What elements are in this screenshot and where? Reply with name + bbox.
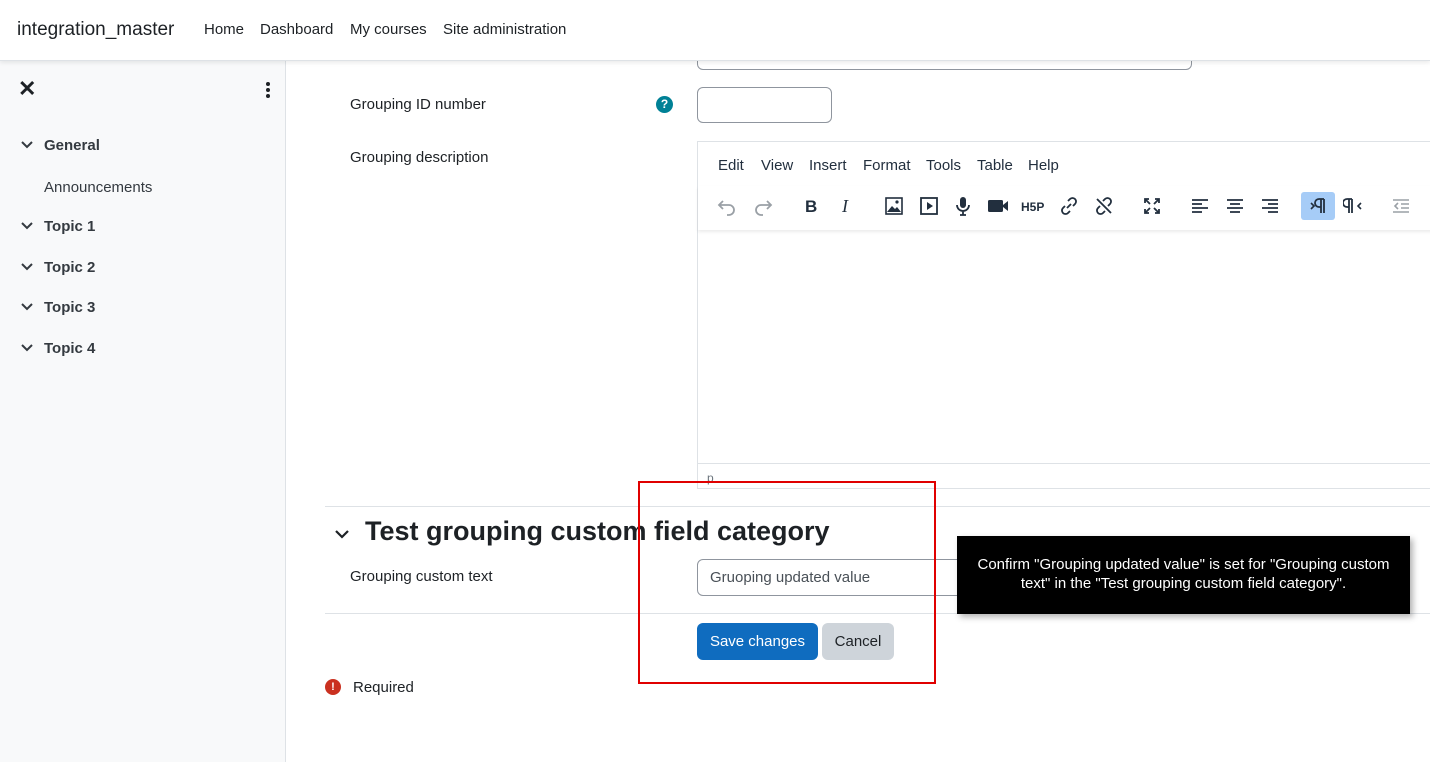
h5p-label: H5P (1021, 200, 1044, 214)
grouping-id-label: Grouping ID number (350, 96, 486, 113)
svg-text:B: B (805, 197, 817, 216)
h5p-icon[interactable]: H5P (1017, 192, 1051, 220)
align-left-icon[interactable] (1183, 192, 1217, 220)
required-icon: ! (325, 679, 341, 695)
outdent-icon[interactable] (1384, 192, 1418, 220)
unlink-icon[interactable] (1087, 192, 1121, 220)
menu-view[interactable]: View (761, 157, 793, 174)
section-label: Topic 4 (44, 340, 96, 357)
link-icon[interactable] (1052, 192, 1086, 220)
nav-link-site-administration[interactable]: Site administration (443, 21, 566, 38)
grouping-custom-text-input[interactable]: Gruoping updated value (697, 559, 997, 596)
section-label: General (44, 137, 100, 154)
media-icon[interactable] (912, 192, 946, 220)
record-video-icon[interactable] (981, 192, 1015, 220)
section-label: Topic 1 (44, 218, 96, 235)
section-divider (325, 506, 1430, 507)
save-changes-button[interactable]: Save changes (697, 623, 818, 660)
menu-format[interactable]: Format (863, 157, 911, 174)
ltr-icon[interactable] (1301, 192, 1335, 220)
grouping-description-label: Grouping description (350, 149, 489, 166)
svg-text:I: I (841, 196, 849, 216)
undo-icon[interactable] (710, 192, 744, 220)
rtl-icon[interactable] (1336, 192, 1370, 220)
menu-help[interactable]: Help (1028, 157, 1059, 174)
menu-insert[interactable]: Insert (809, 157, 847, 174)
top-navbar: integration_master Home Dashboard My cou… (0, 0, 1430, 61)
redo-icon[interactable] (746, 192, 780, 220)
nav-link-my-courses[interactable]: My courses (350, 21, 427, 38)
chevron-down-icon[interactable] (20, 219, 34, 233)
editor-toolbar: B I H5P (698, 186, 1430, 230)
nav-link-home[interactable]: Home (204, 21, 244, 38)
grouping-custom-text-label: Grouping custom text (350, 568, 493, 585)
editor-content-area[interactable] (698, 230, 1430, 463)
editor-statusbar: p (698, 463, 1430, 490)
cancel-button[interactable]: Cancel (822, 623, 894, 660)
nav-link-dashboard[interactable]: Dashboard (260, 21, 333, 38)
help-icon[interactable]: ? (656, 96, 673, 113)
align-right-icon[interactable] (1253, 192, 1287, 220)
chevron-down-icon[interactable] (20, 300, 34, 314)
fullscreen-icon[interactable] (1135, 192, 1169, 220)
instruction-tooltip: Confirm "Grouping updated value" is set … (957, 536, 1410, 614)
custom-field-category-heading: Test grouping custom field category (365, 516, 830, 546)
italic-icon[interactable]: I (829, 192, 863, 220)
chevron-down-icon[interactable] (20, 138, 34, 152)
grouping-custom-text-value: Gruoping updated value (710, 569, 871, 586)
align-center-icon[interactable] (1218, 192, 1252, 220)
menu-tools[interactable]: Tools (926, 157, 961, 174)
site-brand[interactable]: integration_master (17, 19, 174, 41)
bold-icon[interactable]: B (794, 192, 828, 220)
image-icon[interactable] (877, 192, 911, 220)
element-path[interactable]: p (707, 471, 714, 485)
course-index-drawer: ✕ General Announcements Topic 1 Topic 2 … (0, 61, 286, 762)
close-icon[interactable]: ✕ (18, 78, 38, 100)
rich-text-editor: Edit View Insert Format Tools Table Help… (697, 141, 1430, 489)
kebab-menu-icon[interactable] (262, 81, 274, 99)
record-audio-icon[interactable] (946, 192, 980, 220)
grouping-id-input[interactable] (697, 87, 832, 123)
chevron-down-icon[interactable] (20, 341, 34, 355)
section-label: Topic 2 (44, 259, 96, 276)
tooltip-text: Confirm "Grouping updated value" is set … (977, 556, 1390, 592)
chevron-down-icon[interactable] (20, 260, 34, 274)
menu-edit[interactable]: Edit (718, 157, 744, 174)
chevron-down-icon[interactable] (333, 525, 351, 543)
activity-announcements[interactable]: Announcements (44, 179, 152, 196)
section-label: Topic 3 (44, 299, 96, 316)
required-legend: Required (353, 679, 414, 696)
menu-table[interactable]: Table (977, 157, 1013, 174)
